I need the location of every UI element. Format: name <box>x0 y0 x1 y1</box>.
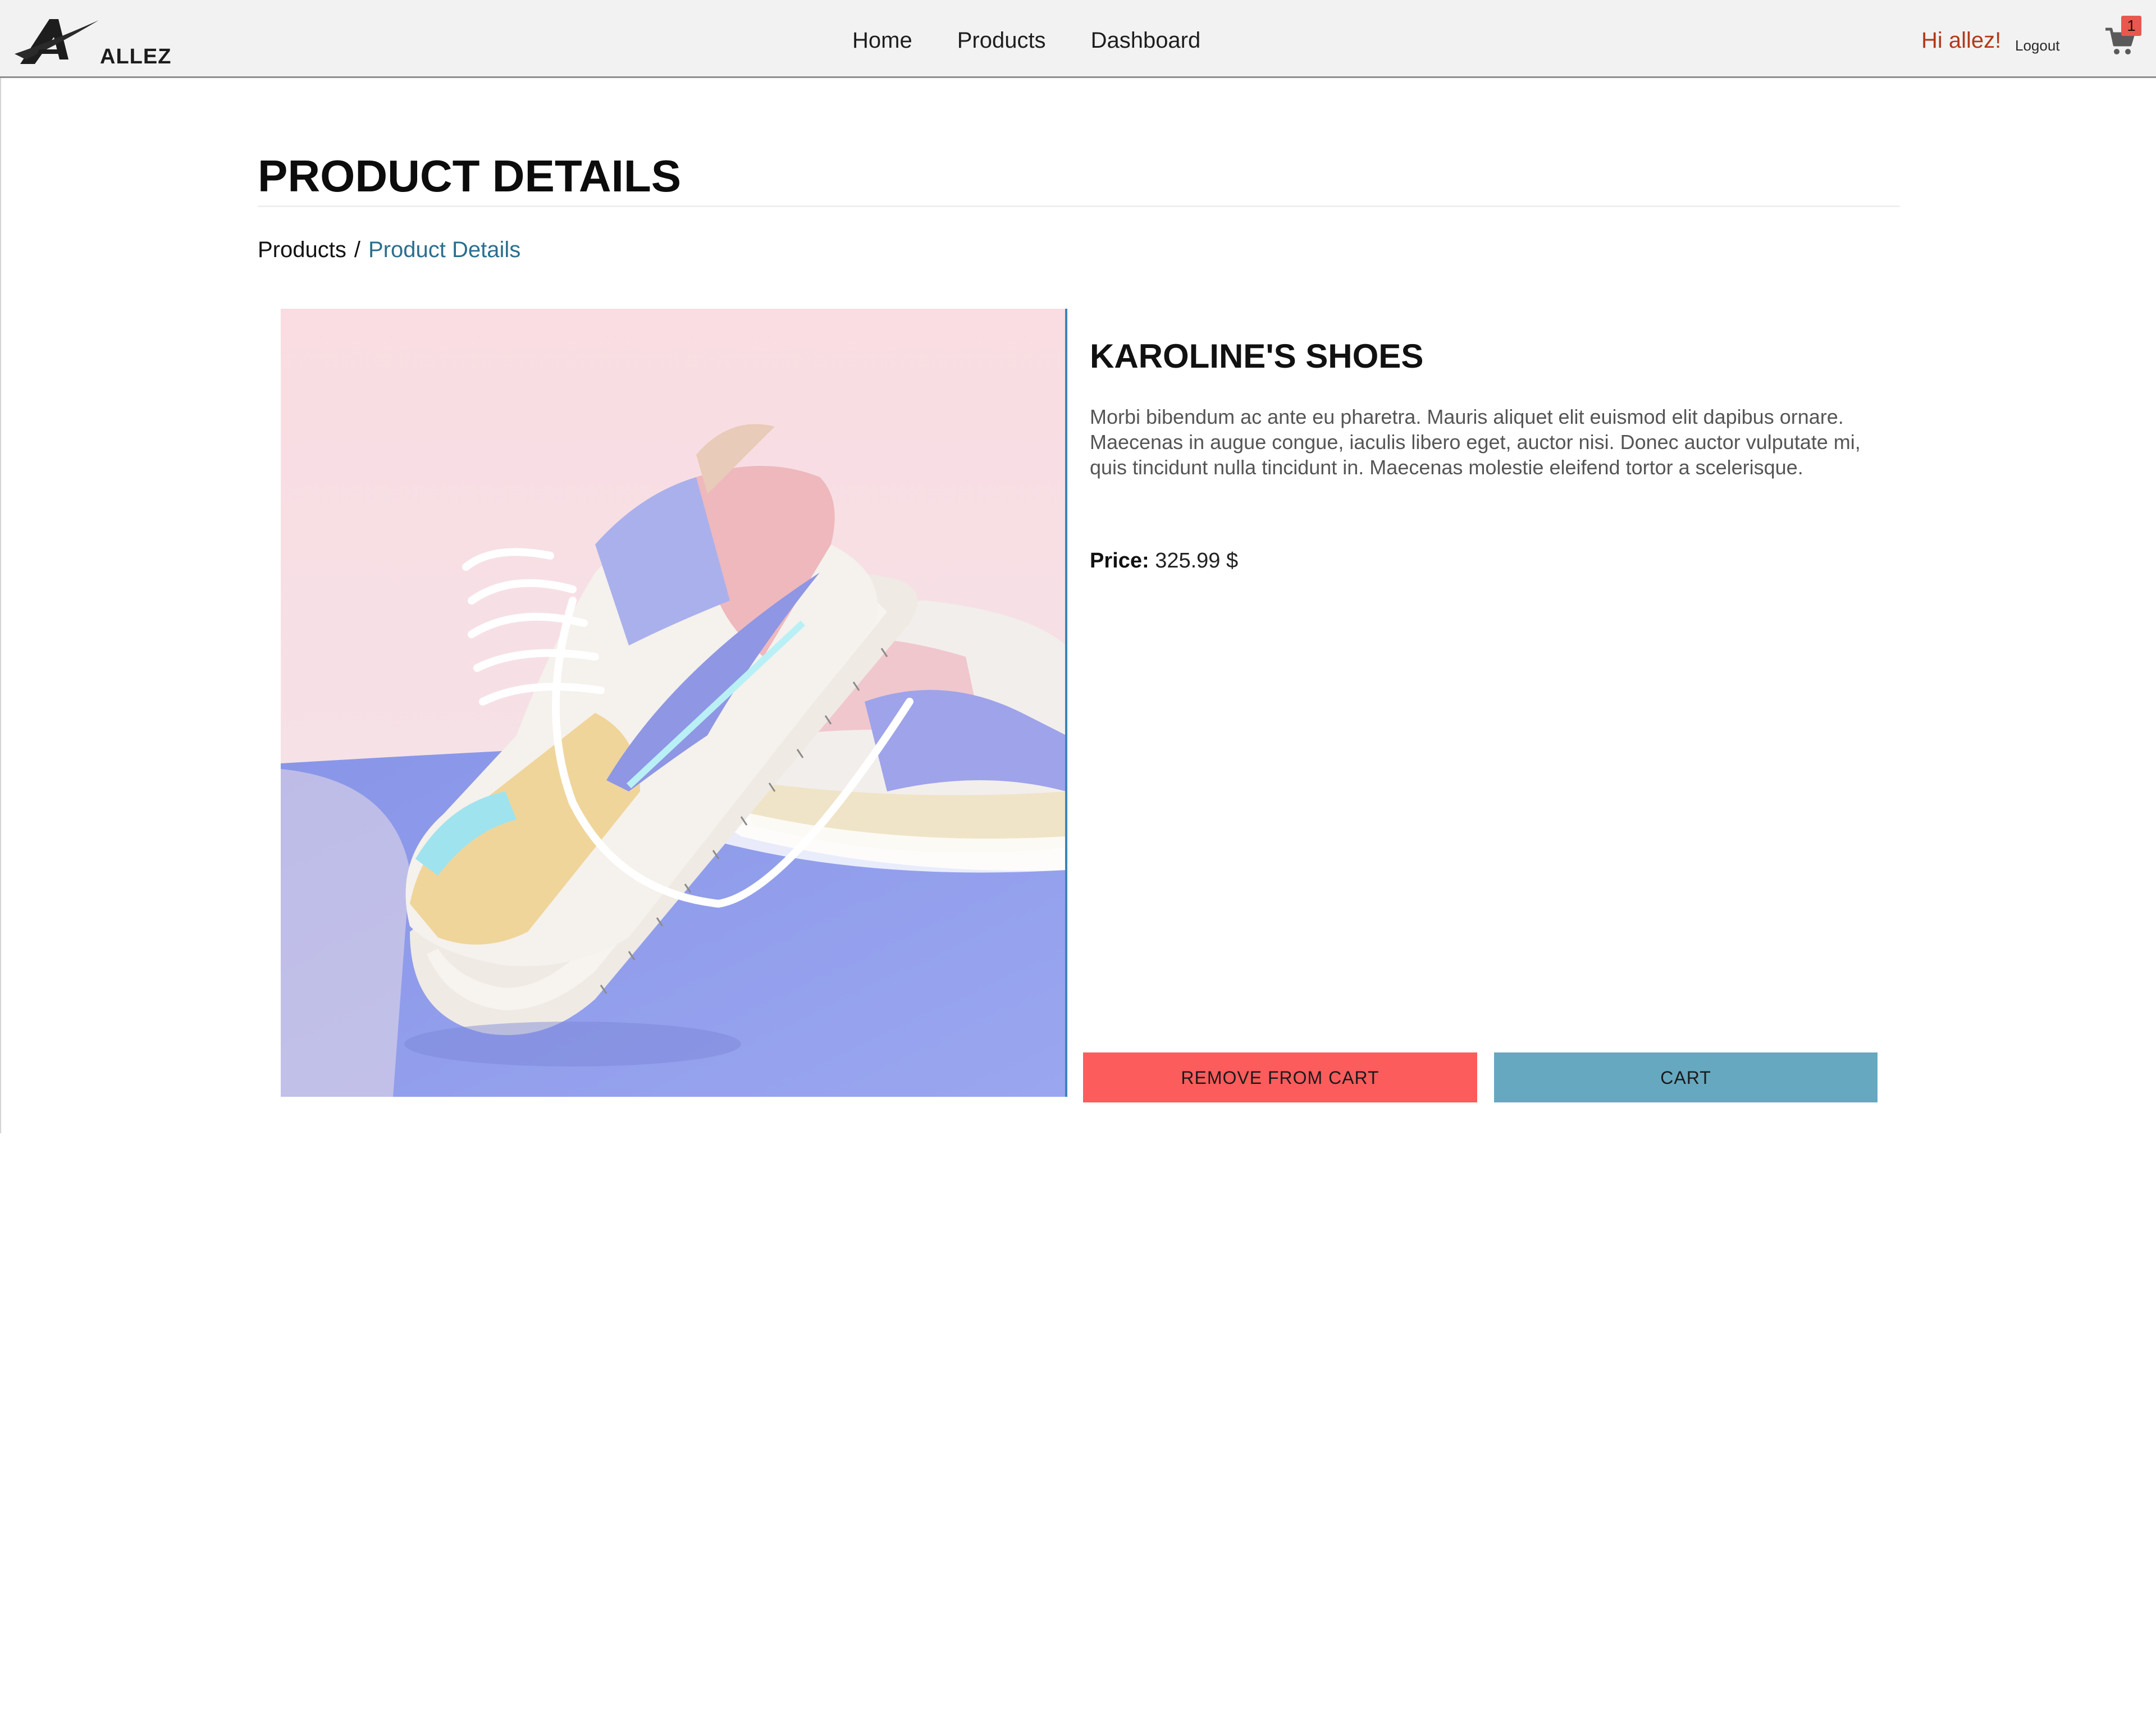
nav-link-dashboard[interactable]: Dashboard <box>1091 28 1201 53</box>
product-price: Price: 325.99 $ <box>1090 549 1238 573</box>
breadcrumb-products-link[interactable]: Products <box>258 237 346 262</box>
page-root: ALLEZ Home Products Dashboard Hi allez! … <box>0 0 2156 1712</box>
image-divider <box>1065 309 1067 1097</box>
breadcrumb-current: Product Details <box>368 237 521 262</box>
price-label: Price: <box>1090 549 1149 573</box>
product-description: Morbi bibendum ac ante eu pharetra. Maur… <box>1090 405 1861 479</box>
main-nav: Home Products Dashboard <box>852 28 1245 53</box>
cart-button-action[interactable]: CART <box>1494 1052 1878 1102</box>
left-edge-divider <box>0 78 1 1133</box>
breadcrumb-separator: / <box>354 237 360 262</box>
title-divider <box>258 205 1900 207</box>
price-value: 325.99 $ <box>1155 549 1239 573</box>
breadcrumb: Products / Product Details <box>258 237 520 263</box>
page-title: PRODUCT DETAILS <box>258 151 682 201</box>
remove-from-cart-button[interactable]: REMOVE FROM CART <box>1083 1052 1477 1102</box>
product-image <box>281 309 1066 1097</box>
allez-logo-icon[interactable] <box>15 15 104 67</box>
nav-link-products[interactable]: Products <box>957 28 1046 53</box>
brand-name: ALLEZ <box>100 45 172 68</box>
user-greeting: Hi allez! <box>1921 28 2002 53</box>
cart-count-badge: 1 <box>2121 16 2141 36</box>
product-name: KAROLINE'S SHOES <box>1090 337 1424 375</box>
cart-button[interactable]: 1 <box>2104 16 2144 59</box>
logout-link[interactable]: Logout <box>2015 37 2060 54</box>
sneaker-photo <box>281 309 1066 1097</box>
top-navbar: ALLEZ Home Products Dashboard Hi allez! … <box>0 0 2156 78</box>
nav-link-home[interactable]: Home <box>852 28 912 53</box>
